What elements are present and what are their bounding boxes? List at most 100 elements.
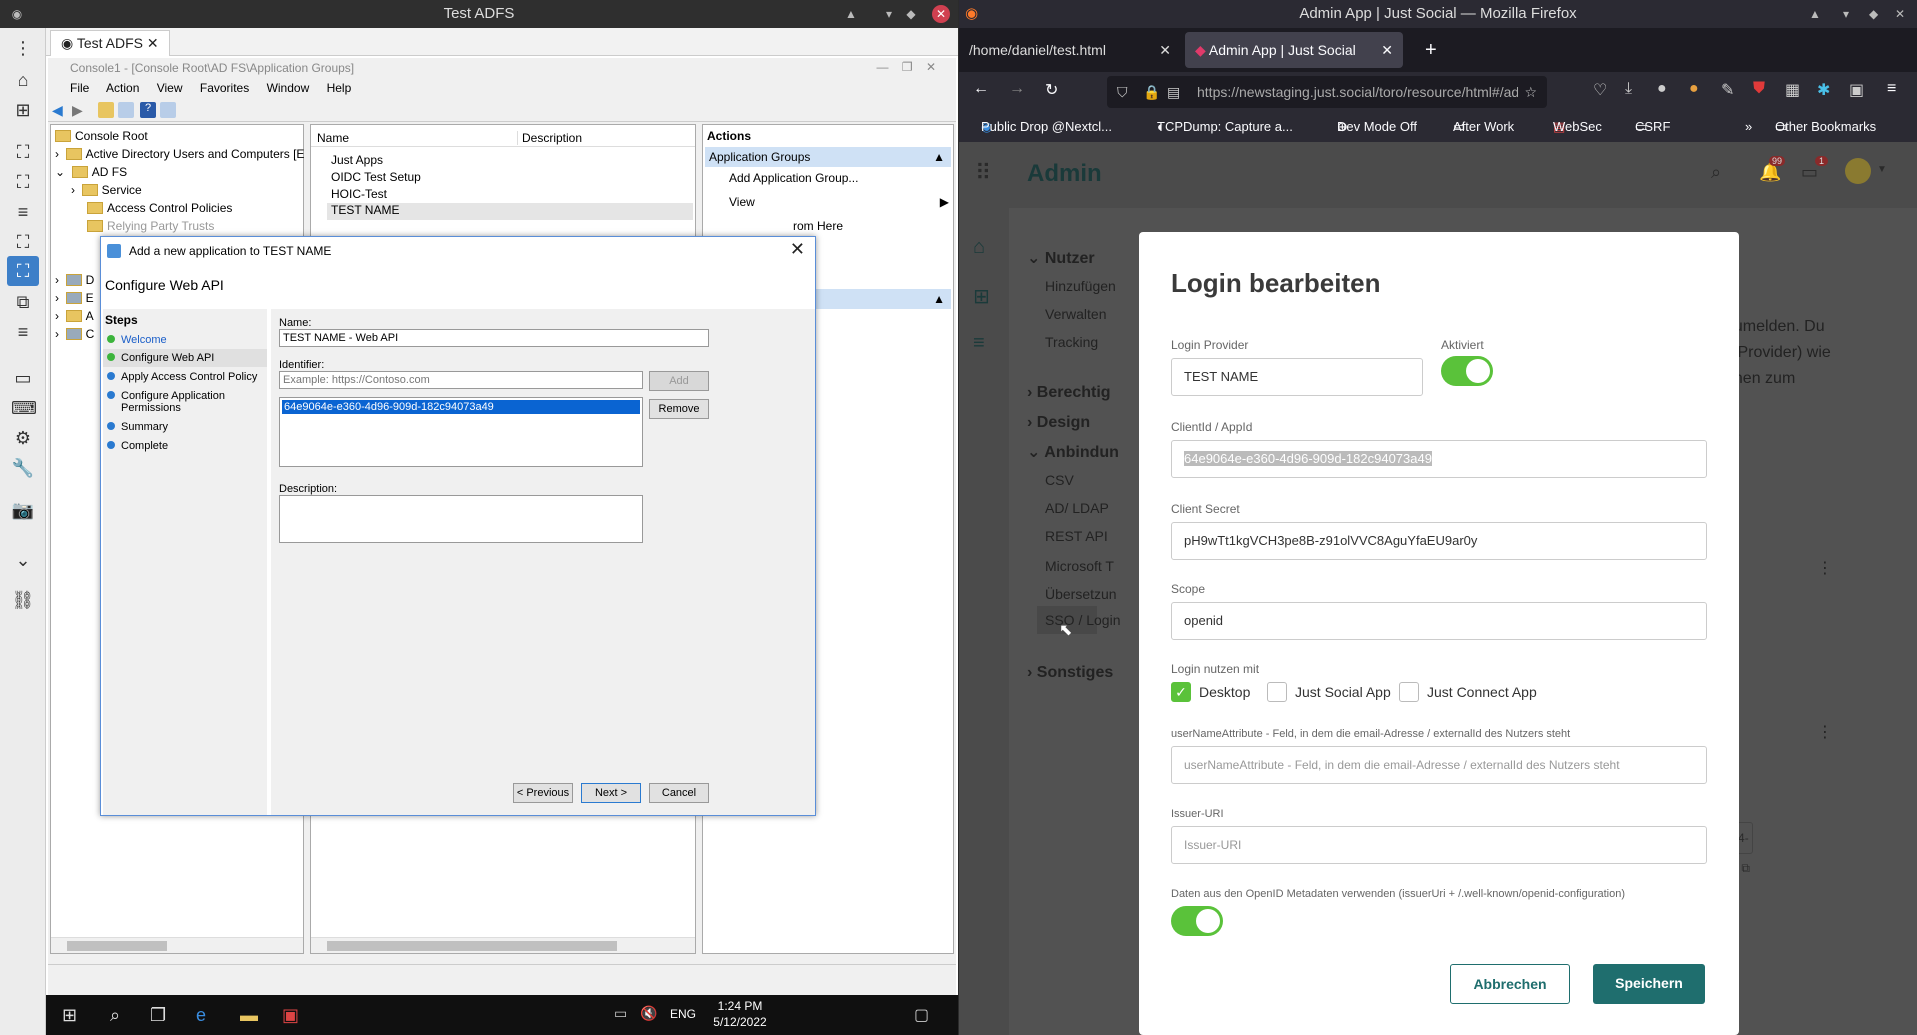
desktop-checkbox-label[interactable]: Desktop bbox=[1199, 684, 1250, 700]
step-welcome[interactable]: Welcome bbox=[107, 334, 167, 347]
menu-view[interactable]: View bbox=[157, 81, 183, 95]
nav-uebersetzung[interactable]: Übersetzun bbox=[1045, 586, 1117, 602]
list-scroll-thumb[interactable] bbox=[327, 941, 617, 951]
metadata-toggle[interactable] bbox=[1171, 906, 1223, 936]
screen-icon[interactable]: ▭ bbox=[11, 366, 35, 390]
app-menu-icon[interactable]: ≡ bbox=[1887, 80, 1896, 98]
new-tab-button[interactable]: + bbox=[1415, 32, 1437, 68]
scope-input[interactable]: openid bbox=[1171, 602, 1707, 640]
connect-app-checkbox[interactable] bbox=[1399, 682, 1419, 702]
new-tab-icon[interactable]: ⊞ bbox=[11, 98, 35, 122]
disconnect-icon[interactable]: ⛓ bbox=[11, 588, 35, 612]
bookmark-star-icon[interactable]: ☆ bbox=[1518, 76, 1537, 108]
mmc-window-controls[interactable]: — ❐ ✕ bbox=[877, 60, 936, 74]
ie-icon[interactable]: e bbox=[196, 1005, 206, 1026]
username-input[interactable]: userNameAttribute - Feld, in dem die ema… bbox=[1171, 746, 1707, 784]
description-textarea[interactable] bbox=[279, 495, 643, 543]
dialog-close-icon[interactable]: ✕ bbox=[790, 239, 805, 260]
close-icon[interactable]: ✕ bbox=[1895, 0, 1905, 28]
list-item-selected[interactable]: TEST NAME bbox=[327, 203, 693, 220]
network-icon[interactable]: ▭ bbox=[614, 1005, 627, 1022]
fit-window-icon[interactable]: ⛶ bbox=[11, 140, 35, 164]
home-icon[interactable]: ⌂ bbox=[973, 236, 985, 259]
keyboard-icon[interactable]: ⌨ bbox=[11, 396, 37, 420]
name-input[interactable]: TEST NAME - Web API bbox=[279, 329, 709, 347]
tree-service[interactable]: › Service bbox=[71, 181, 142, 199]
tree-e[interactable]: › E bbox=[55, 289, 94, 307]
tree-scrollbar[interactable] bbox=[51, 937, 303, 953]
extension-icon[interactable]: ● bbox=[1657, 80, 1667, 98]
menu-file[interactable]: File bbox=[70, 81, 89, 95]
tree-scroll-thumb[interactable] bbox=[67, 941, 167, 951]
maximize-icon[interactable]: ◆ bbox=[1869, 0, 1878, 28]
nav-design[interactable]: › Design bbox=[1027, 414, 1090, 432]
page-info-icon[interactable]: ▤ bbox=[1167, 76, 1180, 108]
forward-icon[interactable]: ▶ bbox=[72, 102, 88, 118]
apps-grid-icon[interactable]: ⠿ bbox=[975, 160, 991, 186]
add-button[interactable]: Add bbox=[649, 371, 709, 391]
remote-session[interactable]: ◉ Test ADFS ✕ Console1 - [Console Root\A… bbox=[46, 28, 958, 1035]
secret-input[interactable]: pH9wTt1kgVCH3pe8B-z91olVVC8AguYfaEU9ar0y bbox=[1171, 522, 1707, 560]
active-toggle[interactable] bbox=[1441, 356, 1493, 386]
copy-icon[interactable]: ⧉ bbox=[1741, 861, 1750, 875]
close-icon[interactable]: ✕ bbox=[932, 5, 950, 23]
list-scrollbar[interactable] bbox=[311, 937, 695, 953]
nav-hinzufuegen[interactable]: Hinzufügen bbox=[1045, 278, 1116, 294]
action-from-here[interactable]: rom Here bbox=[793, 219, 843, 233]
nav-tracking[interactable]: Tracking bbox=[1045, 334, 1098, 350]
up-folder-icon[interactable] bbox=[98, 102, 114, 118]
chat-icon[interactable]: ▭ bbox=[1801, 162, 1818, 183]
multi-monitor-icon[interactable]: ⧉ bbox=[11, 290, 35, 314]
ublock-icon[interactable]: ⛊ bbox=[1753, 80, 1765, 98]
clientid-input[interactable]: 64e9064e-e360-4d96-909d-182c94073a49 bbox=[1171, 440, 1707, 478]
list-item[interactable]: Just Apps bbox=[331, 153, 383, 167]
keep-above-icon[interactable]: ▲ bbox=[1809, 0, 1821, 28]
back-icon[interactable]: ◀ bbox=[52, 102, 68, 118]
nav-rest-api[interactable]: REST API bbox=[1045, 528, 1108, 544]
extension-icon[interactable]: ✎ bbox=[1721, 80, 1734, 100]
provider-input[interactable]: TEST NAME bbox=[1171, 358, 1423, 396]
list-item[interactable]: HOIC-Test bbox=[331, 187, 387, 201]
tree-relying-party[interactable]: Relying Party Trusts bbox=[87, 217, 214, 235]
url-bar[interactable]: ⛉ 🔒 ▤ https://newstaging.just.social/tor… bbox=[1107, 76, 1547, 108]
shield-icon[interactable]: ⛉ bbox=[1117, 76, 1128, 108]
list-item[interactable]: OIDC Test Setup bbox=[331, 170, 421, 184]
tree-a[interactable]: › A bbox=[55, 307, 94, 325]
menu-dots-icon[interactable]: ⋮ bbox=[11, 36, 35, 60]
action-view[interactable]: View ▶ bbox=[729, 195, 949, 209]
nav-csv[interactable]: CSV bbox=[1045, 472, 1074, 488]
tab-close-icon[interactable]: ✕ bbox=[1381, 32, 1393, 68]
nav-anbindungen[interactable]: ⌄ Anbindun bbox=[1027, 442, 1119, 462]
volume-muted-icon[interactable]: 🔇 bbox=[640, 1005, 657, 1022]
tree-c[interactable]: › C bbox=[55, 325, 94, 343]
settings-icon[interactable]: ⚙ bbox=[11, 426, 35, 450]
back-icon[interactable]: ← bbox=[973, 80, 989, 98]
cancel-button[interactable]: Cancel bbox=[649, 783, 709, 803]
scale-icon[interactable]: ⛶ bbox=[11, 230, 35, 254]
nav-berechtigungen[interactable]: › Berechtig bbox=[1027, 384, 1111, 402]
forward-icon[interactable]: → bbox=[1009, 80, 1025, 98]
downloads-icon[interactable]: ⤓ bbox=[1625, 80, 1632, 98]
action-add-group[interactable]: Add Application Group... bbox=[729, 171, 858, 185]
tab-test-html[interactable]: /home/daniel/test.html ✕ bbox=[959, 32, 1181, 68]
next-button[interactable]: Next > bbox=[581, 783, 641, 803]
language-indicator[interactable]: ENG bbox=[670, 1007, 696, 1021]
clock-date[interactable]: 5/12/2022 bbox=[710, 1015, 770, 1029]
previous-button[interactable]: < Previous bbox=[513, 783, 573, 803]
nav-nutzer[interactable]: ⌄ Nutzer bbox=[1027, 248, 1095, 268]
extension-icon[interactable]: ▣ bbox=[1849, 80, 1864, 100]
save-button[interactable]: Speichern bbox=[1593, 964, 1705, 1004]
show-tree-icon[interactable] bbox=[118, 102, 134, 118]
clock-time[interactable]: 1:24 PM bbox=[710, 999, 770, 1013]
nav-microsoft[interactable]: Microsoft T bbox=[1045, 558, 1114, 574]
identifier-list-item[interactable]: 64e9064e-e360-4d96-909d-182c94073a49 bbox=[282, 400, 640, 414]
nav-verwalten[interactable]: Verwalten bbox=[1045, 306, 1106, 322]
mmc-taskbar-icon[interactable]: ▣ bbox=[282, 1005, 299, 1026]
tools-icon[interactable]: 🔧 bbox=[11, 456, 35, 480]
properties-icon[interactable] bbox=[160, 102, 176, 118]
col-description[interactable]: Description bbox=[517, 131, 582, 145]
help-icon[interactable]: ? bbox=[140, 102, 156, 118]
react-devtools-icon[interactable]: ✱ bbox=[1817, 80, 1830, 100]
admin-icon[interactable]: ⊞ bbox=[973, 284, 990, 309]
menu-favorites[interactable]: Favorites bbox=[200, 81, 249, 95]
